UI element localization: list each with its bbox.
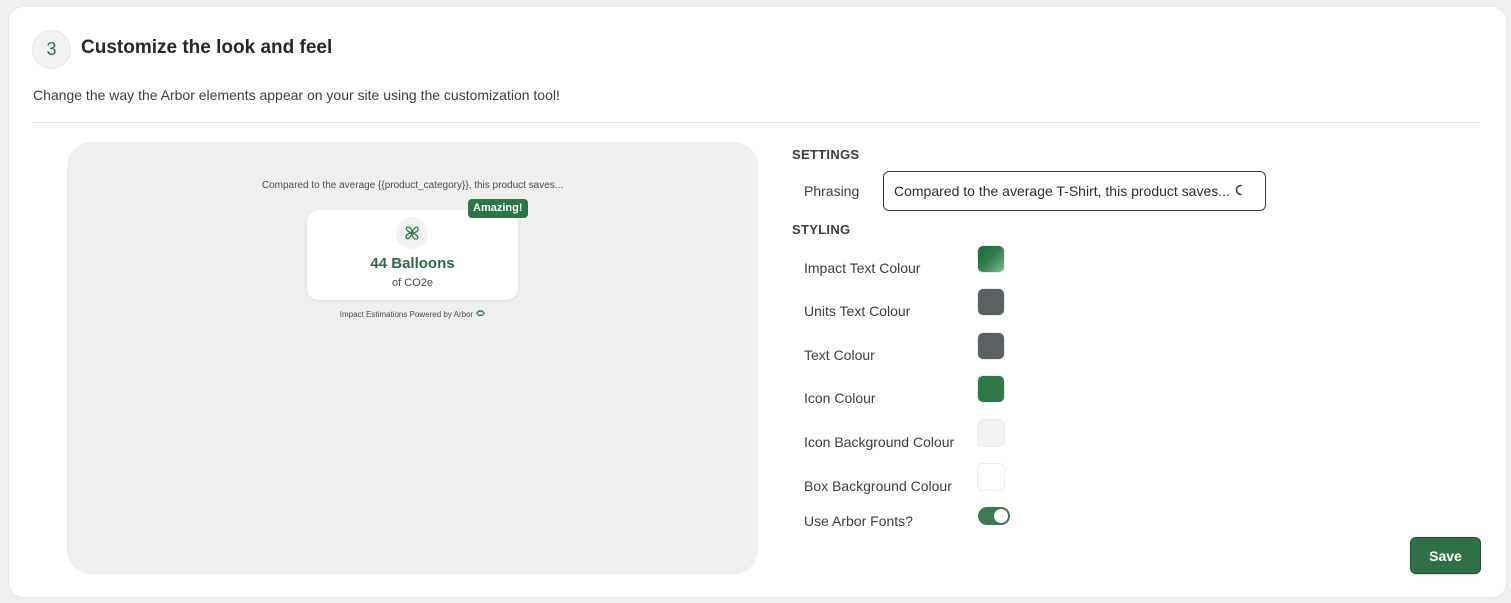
icon-background-colour-swatch[interactable] — [978, 420, 1004, 446]
section-title: Customize the look and feel — [81, 37, 333, 58]
text-colour-label: Text Colour — [804, 347, 875, 363]
icon-colour-label: Icon Colour — [804, 390, 876, 406]
powered-by: Impact Estimations Powered by Arbor — [67, 310, 758, 319]
icon-colour-swatch[interactable] — [978, 376, 1004, 402]
icon-background-colour-label: Icon Background Colour — [804, 434, 955, 450]
box-background-colour-label: Box Background Colour — [804, 478, 952, 494]
phrasing-label: Phrasing — [804, 183, 860, 199]
pinwheel-icon — [405, 226, 419, 240]
step-number: 3 — [46, 39, 57, 59]
step-number-badge: 3 — [33, 31, 70, 68]
impact-box: 44 Balloons of CO2e — [307, 210, 518, 300]
text-colour-swatch[interactable] — [978, 333, 1004, 359]
units-text-colour-swatch[interactable] — [978, 289, 1004, 315]
units-text-colour-label: Units Text Colour — [804, 303, 911, 319]
save-button[interactable]: Save — [1410, 537, 1481, 574]
impact-text-colour-swatch[interactable] — [978, 246, 1004, 272]
loading-spinner-icon — [1235, 184, 1242, 196]
box-background-colour-swatch[interactable] — [978, 464, 1004, 490]
impact-text-colour-label: Impact Text Colour — [804, 260, 921, 276]
preview-phrase: Compared to the average {{product_catego… — [261, 180, 564, 191]
toggle-knob — [994, 509, 1008, 523]
phrasing-input[interactable] — [883, 171, 1266, 211]
icon-background — [396, 217, 428, 249]
impact-value: 44 Balloons — [370, 255, 455, 272]
impact-badge: Amazing! — [468, 199, 528, 218]
use-arbor-fonts-toggle[interactable] — [978, 507, 1010, 525]
divider — [33, 122, 1480, 123]
preview-panel: Compared to the average {{product_catego… — [67, 142, 758, 574]
section-description: Change the way the Arbor elements appear… — [33, 87, 560, 103]
styling-heading: STYLING — [792, 222, 851, 237]
arbor-logo-icon — [476, 310, 485, 317]
powered-by-text: Impact Estimations Powered by Arbor — [339, 310, 474, 319]
settings-heading: SETTINGS — [792, 147, 860, 162]
impact-unit: of CO2e — [392, 277, 433, 289]
use-arbor-fonts-label: Use Arbor Fonts? — [804, 513, 913, 529]
